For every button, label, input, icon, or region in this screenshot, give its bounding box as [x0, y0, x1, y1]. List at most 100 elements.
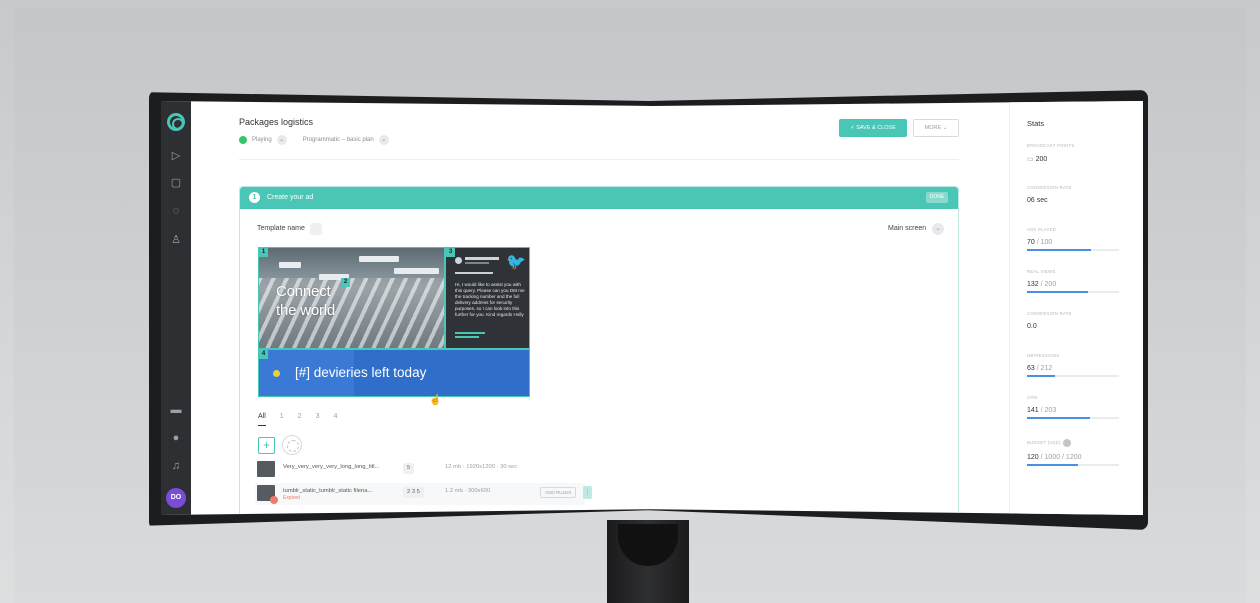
- expired-label: Expired: [283, 495, 300, 501]
- stat-label: CPM: [1027, 395, 1038, 400]
- zone-1-image[interactable]: 1 2 Connect the world: [258, 247, 445, 349]
- document-icon[interactable]: ▢: [169, 176, 183, 190]
- stat-conversion-rate: CONVERSION RATE 06 sec: [1027, 185, 1119, 204]
- notification-icon[interactable]: ♫: [169, 459, 183, 473]
- stat-total: / 203: [1040, 407, 1057, 414]
- tab-3[interactable]: 3: [316, 413, 320, 426]
- plan-label: Programmatic – basic plan: [302, 137, 374, 143]
- save-close-label: SAVE & CLOSE: [856, 125, 896, 131]
- zone-4-banner[interactable]: 4 [#] devieries left today: [258, 349, 530, 397]
- card-header: 1 Create your ad DONE: [240, 187, 958, 209]
- hand-cursor-icon: ☝: [429, 395, 442, 406]
- stat-cpm: CPM 141 / 203: [1027, 395, 1119, 419]
- help-icon[interactable]: ●: [169, 431, 183, 445]
- template-name-label: Template name: [257, 225, 305, 232]
- stat-label: IMPRESSIONS: [1027, 353, 1060, 358]
- info-icon[interactable]: [1062, 439, 1071, 447]
- stat-value: 200: [1035, 156, 1048, 163]
- stat-progress-fill: [1027, 291, 1088, 293]
- stat-progress-fill: [1027, 375, 1055, 377]
- broadcast-icon[interactable]: ◌: [169, 204, 183, 218]
- twitter-bird-icon: 🐦: [506, 254, 526, 271]
- monitor-icon[interactable]: ▬: [169, 403, 183, 417]
- screen-chevron-icon[interactable]: ⌄: [932, 223, 944, 235]
- tab-4[interactable]: 4: [334, 413, 338, 426]
- zone-chip[interactable]: 2 3 5: [403, 487, 424, 498]
- file-name: tumblr_static_tumblr_static filena...: [283, 488, 373, 494]
- headline-line-2: the world: [276, 302, 336, 319]
- monitor-screen: ▷ ▢ ◌ ♙ ▬ ● ♫ DO Packages logistics Play…: [161, 101, 1143, 515]
- table-row[interactable]: tumblr_static_tumblr_static filena... Ex…: [255, 483, 592, 505]
- stat-value: 06 sec: [1027, 197, 1048, 204]
- truck-shape: [279, 262, 301, 268]
- stats-panel: Stats BROADCAST POINTS ▭ 200 CONVERSION …: [1009, 101, 1143, 515]
- main-screen-label: Main screen: [888, 225, 927, 232]
- bullet-dot-icon: [273, 370, 280, 377]
- stat-total: / 100: [1036, 239, 1053, 246]
- stat-total: / 1000 / 1200: [1040, 454, 1082, 461]
- stat-progress-bar: [1027, 417, 1119, 419]
- stat-progress-bar: [1027, 249, 1119, 251]
- more-button[interactable]: MORE ⌄: [913, 119, 959, 137]
- delivery-text: [#] devieries left today: [295, 365, 427, 380]
- table-row[interactable]: Very_very_very_very_long_long_titl... 5 …: [255, 459, 585, 481]
- tweet-handle-line: [465, 262, 489, 264]
- tab-1[interactable]: 1: [280, 413, 284, 426]
- stat-real-views: REAL VIEWS 132 / 200: [1027, 269, 1119, 293]
- file-meta: 1.2 mb · 300x600: [445, 488, 491, 494]
- stat-progress-fill: [1027, 417, 1091, 419]
- truck-shape: [359, 256, 399, 262]
- status-label: Playing: [252, 137, 272, 143]
- headline-line-1: Connect: [276, 283, 331, 300]
- user-icon[interactable]: ♙: [169, 233, 183, 247]
- status-dot-icon: [239, 136, 247, 144]
- stat-label: BUDGET (USD): [1027, 440, 1061, 446]
- stat-total: / 212: [1036, 365, 1053, 372]
- file-thumbnail: [257, 485, 278, 504]
- ad-preview: 1 2 Connect the world 3 🐦 Hi, I would li…: [258, 247, 530, 397]
- zone-chip[interactable]: 5: [403, 463, 415, 474]
- tweet-meta-line: [455, 272, 493, 274]
- tweet-name-line: [465, 257, 499, 260]
- page-title: Packages logistics: [239, 117, 314, 127]
- stats-title: Stats: [1027, 119, 1045, 128]
- stat-value: 120: [1027, 454, 1039, 461]
- zone-badge: 4: [259, 350, 268, 359]
- headline-text[interactable]: Connect the world: [276, 282, 335, 320]
- stat-label: CONVERSION RATE: [1027, 185, 1072, 190]
- add-rules-button[interactable]: ADD RULES: [540, 487, 577, 498]
- play-icon[interactable]: ▷: [169, 149, 183, 163]
- stat-progress-bar: [1027, 375, 1119, 377]
- zone-badge: 1: [259, 248, 268, 257]
- step-number: 1: [249, 192, 260, 203]
- stat-value: 63: [1027, 365, 1035, 372]
- zone-badge: 3: [446, 248, 455, 257]
- row-menu-icon[interactable]: ⋮: [583, 486, 592, 499]
- zone-tabs: All 1 2 3 4: [258, 413, 337, 426]
- tweet-avatar: [455, 257, 462, 264]
- status-chevron-icon[interactable]: ⌄: [276, 135, 287, 145]
- tab-all[interactable]: All: [258, 413, 266, 426]
- done-button[interactable]: DONE: [926, 192, 948, 203]
- zone-3-tweet[interactable]: 3 🐦 Hi, I would like to assist you with …: [445, 247, 530, 349]
- stat-broadcast-points: BROADCAST POINTS ▭ 200: [1027, 143, 1119, 163]
- broadcast-icon: ▭: [1027, 156, 1036, 163]
- template-edit-icon[interactable]: [310, 223, 322, 235]
- create-ad-card: 1 Create your ad DONE Template name Main…: [239, 186, 959, 515]
- dashed-circle-icon[interactable]: [282, 435, 302, 455]
- avatar[interactable]: DO: [166, 488, 186, 508]
- stat-total: / 200: [1040, 281, 1057, 288]
- plan-chevron-icon[interactable]: ⌄: [378, 135, 389, 145]
- stat-progress-fill: [1027, 249, 1092, 251]
- stat-label: CONVERSION RATE: [1027, 311, 1072, 316]
- tab-2[interactable]: 2: [298, 413, 302, 426]
- add-content-button[interactable]: +: [258, 437, 275, 454]
- save-close-button[interactable]: ✓ SAVE & CLOSE: [839, 119, 907, 137]
- stat-progress-bar: [1027, 291, 1119, 293]
- file-thumbnail: [257, 461, 275, 477]
- header-divider: [239, 159, 959, 160]
- chevron-down-icon: ⌄: [942, 125, 948, 131]
- more-label: MORE: [924, 125, 942, 131]
- stat-value: 132: [1027, 281, 1039, 288]
- logo-icon[interactable]: [167, 113, 185, 131]
